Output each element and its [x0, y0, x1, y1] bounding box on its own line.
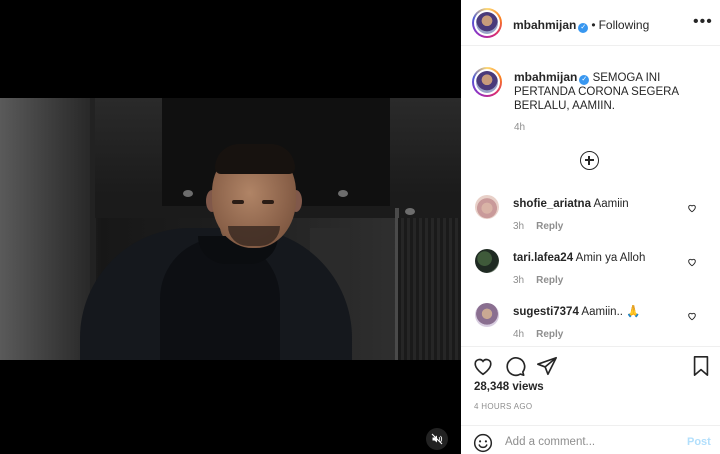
- video-frame[interactable]: [0, 98, 461, 360]
- share-icon[interactable]: [536, 355, 558, 377]
- comment-icon[interactable]: [504, 355, 526, 377]
- avatar[interactable]: [472, 8, 502, 38]
- muted-speaker-icon[interactable]: [426, 428, 448, 450]
- comment-time[interactable]: 3h: [513, 275, 524, 286]
- person-hair: [215, 144, 295, 174]
- comment-text: Aamiin.. 🙏: [581, 306, 641, 318]
- post-timestamp[interactable]: 4 HOURS AGO: [474, 402, 532, 411]
- comment-text: Aamiin: [593, 198, 629, 210]
- verified-badge-icon: ✓: [578, 23, 589, 33]
- comment-username[interactable]: sugesti7374: [513, 306, 579, 318]
- person-eye: [232, 200, 244, 204]
- post-header: mbahmijan ✓ • Following •••: [461, 0, 720, 46]
- comment-meta: 4h Reply: [513, 329, 575, 340]
- avatar-border: [474, 10, 500, 36]
- comment-time[interactable]: 3h: [513, 221, 524, 232]
- comment-time[interactable]: 4h: [513, 329, 524, 340]
- comment-body: sugesti7374 Aamiin.. 🙏: [513, 305, 683, 319]
- heart-icon[interactable]: [687, 203, 697, 213]
- header-separator: •: [591, 18, 596, 32]
- person-eye: [262, 200, 274, 204]
- comment-username[interactable]: tari.lafea24: [513, 252, 573, 264]
- emoji-icon[interactable]: [473, 433, 493, 453]
- comment-item: shofie_ariatna Aamiin 3h Reply: [461, 195, 720, 249]
- comment-input[interactable]: [505, 432, 675, 452]
- heart-icon[interactable]: [687, 257, 697, 267]
- plus-circle-icon[interactable]: [580, 151, 599, 170]
- header-user-line: mbahmijan ✓ • Following: [513, 16, 649, 34]
- avatar[interactable]: [472, 67, 502, 97]
- comment-username[interactable]: shofie_ariatna: [513, 198, 591, 210]
- reply-button[interactable]: Reply: [536, 221, 563, 232]
- avatar-image: [476, 12, 498, 34]
- reply-button[interactable]: Reply: [536, 329, 563, 340]
- more-options-icon[interactable]: •••: [693, 14, 713, 30]
- comment-avatar[interactable]: [475, 303, 499, 327]
- video-player[interactable]: [0, 0, 461, 454]
- post-comment-button[interactable]: Post: [687, 436, 711, 448]
- post-side-panel: mbahmijan ✓ • Following ••• mbahmijan ✓ SEMO…: [461, 0, 720, 454]
- views-count[interactable]: 28,348 views: [474, 381, 544, 393]
- add-comment-bar: Post: [461, 425, 720, 454]
- comment-text: Amin ya Alloh: [575, 252, 646, 264]
- comment-item: tari.lafea24 Amin ya Alloh 3h Reply: [461, 249, 720, 303]
- comment-avatar[interactable]: [475, 195, 499, 219]
- reply-button[interactable]: Reply: [536, 275, 563, 286]
- comment-body: shofie_ariatna Aamiin: [513, 197, 683, 211]
- caption-timestamp[interactable]: 4h: [514, 122, 525, 133]
- caption-username[interactable]: mbahmijan: [514, 70, 577, 84]
- caption-text: mbahmijan ✓ SEMOGA INI PERTANDA CORONA SE…: [514, 70, 714, 113]
- verified-badge-icon: ✓: [579, 75, 590, 85]
- bookmark-icon[interactable]: [690, 355, 712, 377]
- avatar-image: [476, 71, 498, 93]
- heart-icon[interactable]: [687, 311, 697, 321]
- post-username[interactable]: mbahmijan: [513, 18, 576, 32]
- comment-body: tari.lafea24 Amin ya Alloh: [513, 251, 683, 265]
- video-person: [0, 98, 461, 360]
- muted-speaker-glyph: [431, 433, 443, 445]
- post-actions: 28,348 views 4 HOURS AGO Post: [461, 346, 720, 454]
- following-button[interactable]: Following: [599, 18, 650, 32]
- comment-meta: 3h Reply: [513, 221, 575, 232]
- avatar-border: [474, 69, 500, 95]
- comment-avatar[interactable]: [475, 249, 499, 273]
- comment-meta: 3h Reply: [513, 275, 575, 286]
- heart-icon[interactable]: [472, 355, 494, 377]
